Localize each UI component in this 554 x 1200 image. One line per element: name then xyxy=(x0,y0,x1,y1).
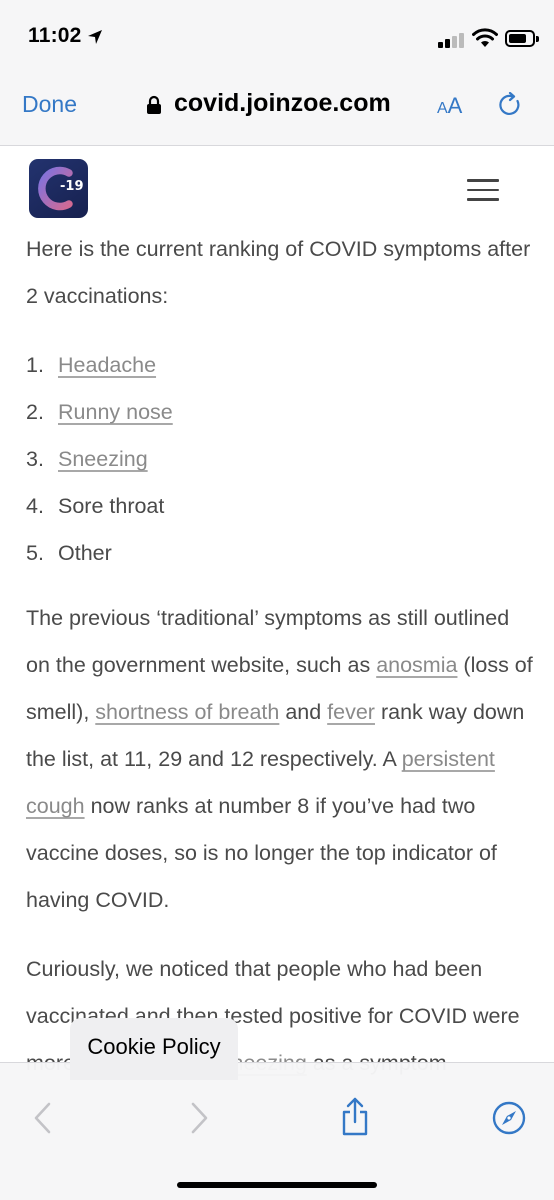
browser-url-bar: Done covid.joinzoe.com AA xyxy=(0,80,554,146)
lock-icon xyxy=(147,95,161,114)
symptom-link-headache[interactable]: Headache xyxy=(58,342,156,389)
list-number: 5. xyxy=(26,541,44,565)
symptom-label: Sore throat xyxy=(58,494,165,518)
shortness-of-breath-link[interactable]: shortness of breath xyxy=(95,700,279,724)
paragraph-text: now ranks at number 8 if you’ve had two … xyxy=(26,794,497,912)
share-icon[interactable] xyxy=(339,1097,371,1137)
list-item: 4. Sore throat xyxy=(26,483,536,530)
paragraph-text: and xyxy=(279,700,328,724)
reload-icon[interactable] xyxy=(497,92,523,118)
forward-icon[interactable] xyxy=(188,1101,212,1135)
battery-icon xyxy=(505,30,539,47)
traditional-symptoms-paragraph: The previous ‘traditional’ symptoms as s… xyxy=(26,595,536,924)
list-number: 4. xyxy=(26,494,44,518)
symptom-link-sneezing[interactable]: Sneezing xyxy=(58,436,148,483)
list-item: 2. Runny nose xyxy=(26,389,536,436)
logo-text: -19 xyxy=(60,179,84,194)
list-item: 3. Sneezing xyxy=(26,436,536,483)
location-arrow-icon xyxy=(88,30,102,44)
list-item: 5. Other xyxy=(26,530,536,577)
back-icon[interactable] xyxy=(30,1101,54,1135)
text-size-small-a: A xyxy=(437,100,448,117)
status-time: 11:02 xyxy=(28,24,82,47)
list-number: 2. xyxy=(26,400,44,424)
home-indicator xyxy=(177,1182,377,1188)
anosmia-link[interactable]: anosmia xyxy=(376,653,457,677)
site-logo[interactable]: -19 xyxy=(29,159,88,218)
fever-link[interactable]: fever xyxy=(327,700,375,724)
wifi-icon xyxy=(472,28,498,47)
intro-paragraph: Here is the current ranking of COVID sym… xyxy=(26,237,531,308)
url-address[interactable]: covid.joinzoe.com xyxy=(174,89,391,118)
list-number: 3. xyxy=(26,447,44,471)
list-item: 1. Headache xyxy=(26,342,536,389)
symptom-list: 1. Headache 2. Runny nose 3. Sneezing 4.… xyxy=(26,342,536,577)
symptom-label: Other xyxy=(58,541,112,565)
symptom-link-runny-nose[interactable]: Runny nose xyxy=(58,389,173,436)
compass-icon[interactable] xyxy=(492,1101,526,1135)
article-content: Here is the current ranking of COVID sym… xyxy=(26,226,536,1080)
hamburger-menu-icon[interactable] xyxy=(467,179,499,201)
list-number: 1. xyxy=(26,353,44,377)
web-page: -19 Here is the current ranking of COVID… xyxy=(0,146,554,1080)
cellular-signal-icon xyxy=(438,32,464,48)
browser-toolbar xyxy=(0,1062,554,1200)
text-size-big-a: A xyxy=(447,93,463,118)
cookie-policy-button[interactable]: Cookie Policy xyxy=(70,1018,238,1080)
status-bar: 11:02 xyxy=(0,0,554,80)
text-size-button[interactable]: AA xyxy=(437,93,462,119)
done-button[interactable]: Done xyxy=(22,91,77,118)
